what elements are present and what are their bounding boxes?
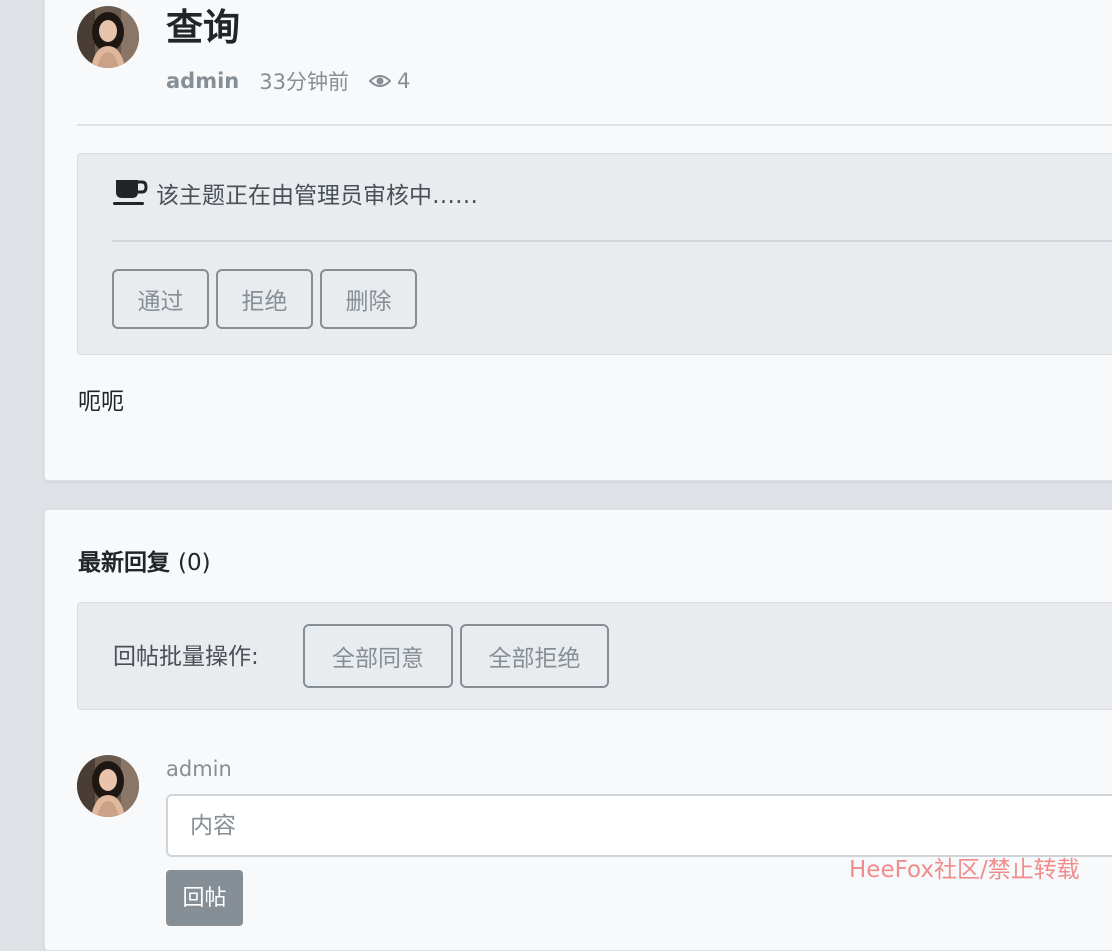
post-time: 33分钟前 xyxy=(259,70,349,94)
divider xyxy=(112,240,1112,242)
reply-content-input[interactable] xyxy=(166,794,1112,857)
post-meta: admin 33分钟前 4 xyxy=(166,64,410,98)
reject-all-button[interactable]: 全部拒绝 xyxy=(460,624,609,688)
post-content: 呃呃 xyxy=(78,389,124,415)
author-avatar[interactable] xyxy=(77,6,139,68)
divider xyxy=(77,124,1112,126)
submit-reply-button[interactable]: 回帖 xyxy=(166,870,243,926)
approve-all-button[interactable]: 全部同意 xyxy=(303,624,453,688)
reply-user-avatar[interactable] xyxy=(77,755,139,817)
replies-heading: 最新回复 (0) xyxy=(78,543,211,577)
replies-title: 最新回复 xyxy=(78,550,170,576)
approve-button[interactable]: 通过 xyxy=(112,269,209,329)
reply-username: admin xyxy=(166,757,232,781)
replies-count: (0) xyxy=(178,550,211,576)
coffee-cup-icon xyxy=(112,178,148,208)
watermark: HeeFox社区/禁止转载 xyxy=(849,857,1080,883)
eye-icon xyxy=(368,73,391,89)
view-count: 4 xyxy=(396,69,411,93)
reject-button[interactable]: 拒绝 xyxy=(216,269,313,329)
post-title: 查询 xyxy=(166,6,240,49)
post-author[interactable]: admin xyxy=(166,69,239,93)
moderation-notice: 该主题正在由管理员审核中…… xyxy=(112,175,478,211)
batch-label: 回帖批量操作: xyxy=(113,644,259,670)
notice-text: 该主题正在由管理员审核中…… xyxy=(156,183,478,209)
delete-button[interactable]: 删除 xyxy=(320,269,417,329)
